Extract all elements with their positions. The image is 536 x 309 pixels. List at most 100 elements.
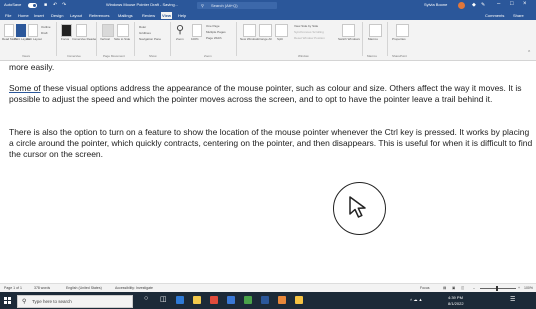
store-icon[interactable] — [210, 296, 218, 304]
vertical-button[interactable] — [102, 24, 114, 37]
paragraph-fragment: more easily. — [9, 62, 55, 72]
taskbar-search-box[interactable]: ⚲ Type here to search — [17, 295, 133, 308]
language-indicator[interactable]: English (United States) — [66, 286, 102, 290]
group-window: Window — [298, 54, 309, 58]
view-side-by-side-button[interactable]: View Side by Side — [294, 24, 318, 28]
tab-review[interactable]: Review — [141, 12, 156, 19]
app-icon-yellow[interactable] — [295, 296, 303, 304]
side-to-side-button[interactable] — [117, 24, 129, 37]
print-layout-button[interactable] — [16, 24, 26, 37]
file-explorer-icon[interactable] — [193, 296, 201, 304]
hundred-percent-button[interactable] — [192, 24, 202, 37]
tab-design[interactable]: Design — [50, 12, 64, 19]
arrange-all-button[interactable] — [259, 24, 272, 37]
avatar[interactable] — [458, 2, 465, 9]
word-count[interactable]: 378 words — [34, 286, 50, 290]
switch-windows-label: Switch Windows — [338, 37, 360, 41]
sync-scrolling-button[interactable]: Synchronous Scrolling — [294, 30, 324, 34]
properties-label: Properties — [392, 37, 406, 41]
split-label: Split — [277, 37, 283, 41]
clock-time[interactable]: 4:39 PM — [448, 295, 463, 300]
tab-view[interactable]: View — [161, 12, 173, 19]
system-tray-icons[interactable]: ˄ ☁ ▲ — [410, 297, 423, 302]
pen-icon[interactable]: ✎ — [481, 3, 486, 8]
collapse-ribbon-icon[interactable]: ⌃ — [527, 50, 531, 56]
draft-button[interactable]: Draft — [41, 31, 48, 35]
one-page-button[interactable]: One Page — [206, 24, 220, 28]
edge-icon[interactable] — [176, 296, 184, 304]
group-page-movement: Page Movement — [103, 54, 125, 58]
windows-start-icon[interactable] — [4, 297, 11, 304]
autosave-toggle[interactable] — [28, 3, 37, 8]
taskbar: ⚲ Type here to search ○ ◫ ˄ ☁ ▲ 4:39 PM … — [0, 292, 536, 309]
tab-references[interactable]: References — [88, 12, 110, 19]
document-page[interactable]: more easily. Some of these visual option… — [0, 61, 536, 275]
focus-button[interactable] — [61, 24, 72, 37]
gridlines-checkbox[interactable]: Gridlines — [139, 31, 151, 35]
redo-icon[interactable]: ↷ — [62, 3, 67, 8]
split-button[interactable] — [275, 24, 288, 37]
tab-layout[interactable]: Layout — [69, 12, 83, 19]
immersive-reader-button[interactable] — [76, 24, 87, 37]
cortana-icon[interactable]: ○ — [144, 295, 148, 302]
minimize-icon[interactable]: – — [497, 1, 500, 7]
accessibility-status[interactable]: Accessibility: Investigate — [115, 286, 153, 290]
outline-button[interactable]: Outline — [41, 25, 51, 29]
print-layout-view-icon[interactable]: ▣ — [452, 286, 455, 290]
notifications-icon[interactable]: ☰ — [510, 296, 515, 303]
title-bar: AutoSave ■ ↶ ↷ Windows Mouse Pointer Dra… — [0, 0, 536, 11]
page-width-button[interactable]: Page Width — [206, 36, 222, 40]
pointer-location-circle — [333, 182, 386, 235]
focus-mode-button[interactable]: Focus — [420, 286, 430, 290]
zoom-in-icon[interactable]: + — [518, 286, 520, 290]
zoom-slider[interactable] — [480, 288, 516, 289]
photos-icon[interactable] — [244, 296, 252, 304]
group-divider — [96, 22, 97, 56]
share-button[interactable]: Share — [513, 13, 524, 18]
tab-mailings[interactable]: Mailings — [117, 12, 134, 19]
page-count[interactable]: Page 1 of 1 — [4, 286, 22, 290]
read-mode-button[interactable] — [4, 24, 14, 37]
title-search-box[interactable]: ⚲ Search (Alt+Q) — [197, 2, 277, 9]
group-views: Views — [22, 54, 30, 58]
tab-help[interactable]: Help — [177, 12, 187, 19]
tab-home[interactable]: Home — [17, 12, 30, 19]
diamond-icon[interactable]: ◆ — [472, 3, 477, 8]
tab-file[interactable]: File — [4, 12, 12, 19]
reset-window-position-button[interactable]: Reset Window Position — [294, 36, 325, 40]
web-layout-view-icon[interactable]: ◫ — [461, 286, 464, 290]
clock-date[interactable]: 8/1/2022 — [448, 301, 464, 306]
mail-icon[interactable] — [227, 296, 235, 304]
zoom-level[interactable]: 100% — [524, 286, 533, 290]
task-view-icon[interactable]: ◫ — [160, 295, 167, 303]
zoom-icon[interactable]: ⚲ — [176, 23, 184, 36]
focus-label: Focus — [61, 37, 70, 41]
group-divider — [56, 22, 57, 56]
save-icon[interactable]: ■ — [44, 3, 49, 8]
new-window-button[interactable] — [243, 24, 256, 37]
web-layout-button[interactable] — [28, 24, 38, 37]
app-icon-orange[interactable] — [278, 296, 286, 304]
ruler-checkbox[interactable]: Ruler — [139, 25, 146, 29]
macros-button[interactable] — [369, 24, 382, 37]
user-name[interactable]: Sylvia Boone — [424, 2, 447, 7]
switch-windows-button[interactable] — [342, 24, 355, 37]
zoom-slider-thumb[interactable] — [496, 286, 498, 291]
title-search-placeholder: Search (Alt+Q) — [211, 3, 238, 8]
word-icon[interactable] — [261, 296, 269, 304]
side-to-side-label: Side to Side — [114, 37, 131, 41]
paragraph-body: these visual options address the appeara… — [9, 83, 522, 104]
maximize-icon[interactable]: □ — [510, 1, 514, 7]
navigation-pane-checkbox[interactable]: Navigation Pane — [139, 37, 161, 41]
properties-button[interactable] — [396, 24, 409, 37]
menu-bar: File Home Insert Design Layout Reference… — [0, 11, 536, 20]
close-icon[interactable]: × — [523, 1, 527, 7]
comments-button[interactable]: Comments — [485, 13, 504, 18]
multiple-pages-button[interactable]: Multiple Pages — [206, 30, 226, 34]
group-macros: Macros — [367, 54, 377, 58]
undo-icon[interactable]: ↶ — [53, 3, 58, 8]
zoom-out-icon[interactable]: – — [473, 286, 475, 290]
underlined-phrase: Some of — [9, 83, 41, 93]
read-mode-view-icon[interactable]: ▤ — [443, 286, 446, 290]
tab-insert[interactable]: Insert — [33, 12, 45, 19]
